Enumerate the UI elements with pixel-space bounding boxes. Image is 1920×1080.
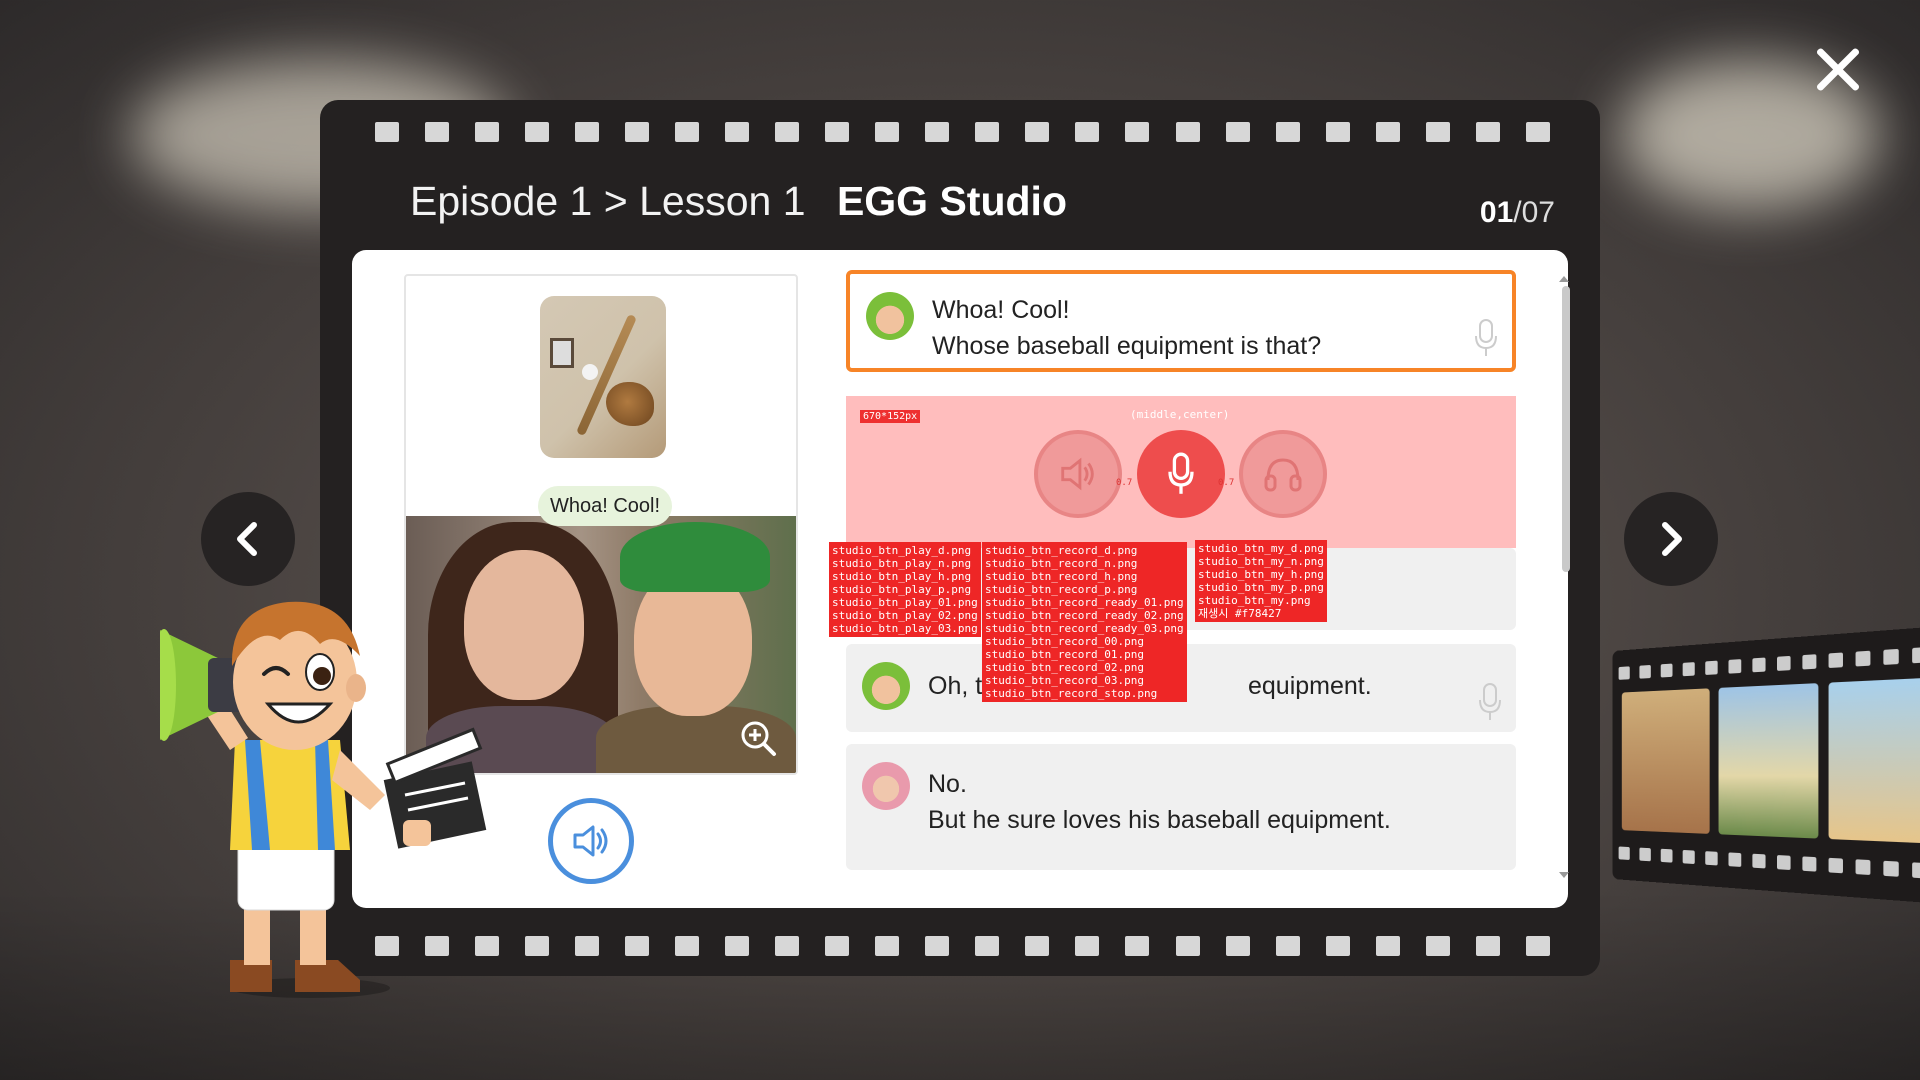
page-counter: 01/07 bbox=[1480, 196, 1555, 230]
my-recording-button[interactable] bbox=[1239, 430, 1327, 518]
headphones-icon bbox=[1264, 458, 1302, 492]
position-note: (middle,center) bbox=[1130, 408, 1230, 421]
avatar-boy bbox=[866, 292, 914, 340]
speaker-icon bbox=[573, 825, 608, 857]
zoom-in-icon[interactable] bbox=[738, 718, 778, 758]
mic-icon bbox=[1479, 683, 1501, 720]
record-asset-annotation: studio_btn_record_d.png studio_btn_recor… bbox=[982, 542, 1187, 702]
dialogue-line: Whoa! Cool! bbox=[932, 296, 1070, 324]
speaker-icon bbox=[1061, 457, 1094, 491]
avatar-girl bbox=[862, 762, 910, 810]
dialogue-line: No. bbox=[928, 770, 967, 798]
size-label: 670*152px bbox=[860, 410, 921, 423]
avatar-boy bbox=[862, 662, 910, 710]
opacity-note: 0.7 bbox=[1218, 478, 1235, 488]
mic-icon bbox=[1475, 319, 1497, 356]
chevron-left-icon bbox=[237, 522, 257, 556]
studio-title: EGG Studio bbox=[836, 178, 1067, 224]
mascot-character bbox=[160, 601, 487, 998]
close-icon[interactable] bbox=[1812, 44, 1864, 96]
next-button[interactable] bbox=[1624, 492, 1718, 586]
film-reel-decoration bbox=[1612, 626, 1920, 904]
dialogue-item-1[interactable]: Whoa! Cool! Whose baseball equipment is … bbox=[846, 270, 1516, 372]
episode-label: Episode 1 bbox=[410, 178, 593, 224]
baseball-equipment-thumbnail bbox=[540, 296, 666, 458]
scrollbar-thumb[interactable] bbox=[1562, 286, 1570, 572]
film-frame-window: Episode 1 > Lesson 1 EGG Studio 01/07 Wh… bbox=[320, 100, 1600, 976]
record-button[interactable] bbox=[1137, 430, 1225, 518]
dialogue-line: But he sure loves his baseball equipment… bbox=[928, 806, 1391, 834]
dialogue-line: Whose baseball equipment is that? bbox=[932, 332, 1322, 360]
page-title: Episode 1 > Lesson 1 EGG Studio bbox=[410, 178, 1067, 225]
lesson-label: Lesson 1 bbox=[639, 178, 806, 224]
mic-icon bbox=[1168, 452, 1194, 494]
my-asset-annotation: studio_btn_my_d.png studio_btn_my_n.png … bbox=[1195, 540, 1327, 622]
play-asset-annotation: studio_btn_play_d.png studio_btn_play_n.… bbox=[829, 542, 981, 637]
content-panel: Whoa! Cool! Whoa! Cool! Whose baseball e… bbox=[352, 250, 1570, 908]
page-current: 01 bbox=[1479, 196, 1514, 229]
scroll-up-arrow[interactable] bbox=[1559, 276, 1569, 282]
film-sprockets-top bbox=[375, 122, 1550, 142]
film-sprockets-bottom bbox=[375, 936, 1550, 956]
dialogue-line: equipment. bbox=[1248, 672, 1372, 700]
prev-button[interactable] bbox=[201, 492, 295, 586]
scroll-down-arrow[interactable] bbox=[1559, 872, 1569, 878]
chevron-right-icon bbox=[1662, 522, 1682, 556]
play-scene-button[interactable] bbox=[548, 798, 634, 884]
listen-button[interactable] bbox=[1034, 430, 1122, 518]
dialogue-item-4[interactable]: No. But he sure loves his baseball equip… bbox=[846, 744, 1516, 870]
page-total: /07 bbox=[1513, 196, 1555, 229]
breadcrumb-separator: > bbox=[603, 178, 628, 224]
recording-controls-overlay: 670*152px (middle,center) 0.7 0.7 bbox=[846, 396, 1516, 548]
opacity-note: 0.7 bbox=[1116, 478, 1133, 488]
speech-bubble: Whoa! Cool! bbox=[538, 486, 672, 526]
